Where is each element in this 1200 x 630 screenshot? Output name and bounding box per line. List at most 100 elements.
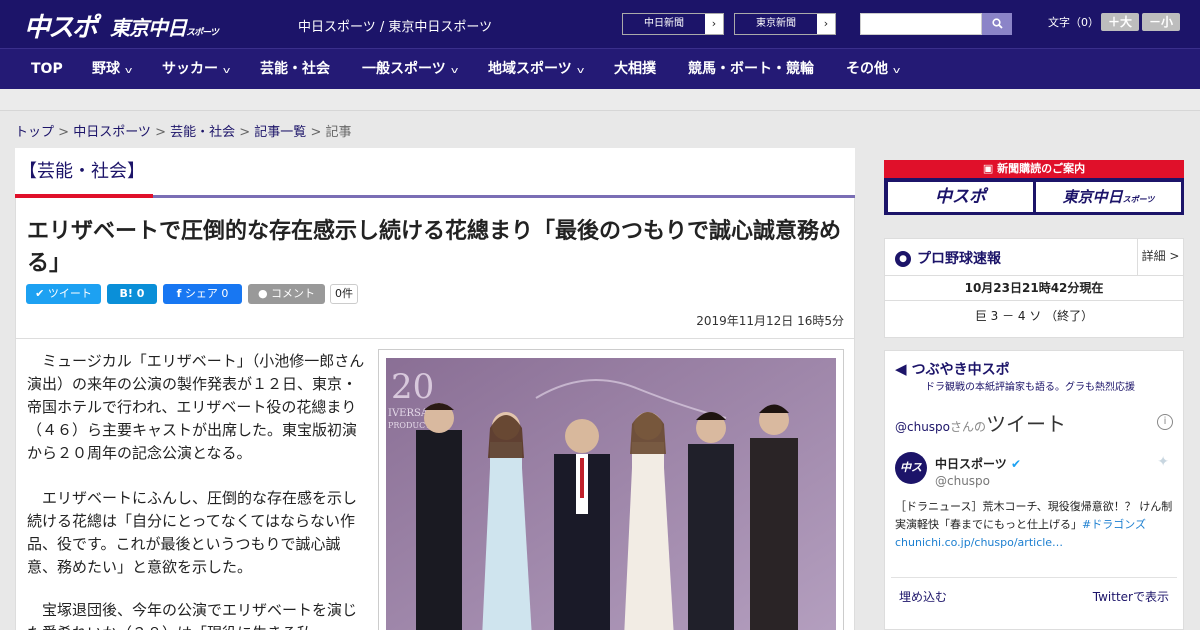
chunichi-shimbun-label: 中日新聞	[644, 18, 684, 29]
header-band	[0, 89, 1200, 111]
tokyo-shimbun-label: 東京新聞	[756, 18, 796, 29]
article-paragraph: 宝塚退団後、今年の公演でエリザベートを演じた愛希れいか（２８）は「現役に生きる私	[27, 601, 358, 630]
search-input[interactable]	[860, 13, 982, 35]
timeline-divider	[891, 577, 1177, 578]
search-button[interactable]	[982, 13, 1012, 35]
search-box	[860, 13, 1012, 35]
chevron-right-icon: ›	[817, 14, 835, 34]
baseball-icon: ●	[895, 250, 911, 267]
nav-sumo-label: 大相撲	[614, 61, 656, 77]
nav-local-sports[interactable]: 地域スポーツ v	[488, 49, 585, 90]
avatar[interactable]: 中ス	[895, 452, 927, 484]
timeline-heading-san: さんの	[950, 420, 987, 434]
tokyo-chunichi-logo[interactable]: 東京中日スポーツ	[110, 12, 219, 41]
timeline-heading: @chuspoさんのツイート	[895, 408, 1066, 437]
baseball-score-row[interactable]: 巨 3 － 4 ソ （終了）	[885, 307, 1183, 324]
tweet-user-name-text: 中日スポーツ	[935, 457, 1007, 471]
nav-entertainment-label: 芸能・社会	[260, 61, 330, 77]
nav-racing[interactable]: 競馬・ボート・競輪	[688, 49, 814, 90]
font-size-label: 文字（0）	[1048, 16, 1099, 29]
chevron-down-icon: v	[576, 66, 585, 76]
breadcrumb-entertainment[interactable]: 芸能・社会	[170, 125, 235, 140]
chevron-down-icon: v	[450, 66, 459, 76]
photo-backdrop-number: 20	[391, 367, 434, 407]
embed-link[interactable]: 埋め込む	[899, 588, 947, 605]
breadcrumb-chunichi-sports[interactable]: 中日スポーツ	[73, 125, 151, 140]
tokyo-chunichi-logo-text: 東京中日	[110, 16, 187, 40]
category-heading: 【芸能・社会】	[19, 161, 145, 182]
nav-top[interactable]: TOP	[31, 49, 63, 90]
verified-icon: ✔	[1010, 457, 1022, 471]
baseball-panel-header: ● プロ野球速報	[895, 248, 1001, 268]
hatena-icon: B!	[119, 287, 133, 300]
baseball-scores-panel: ● プロ野球速報 詳細 > 10月23日21時42分現在 巨 3 － 4 ソ （終…	[884, 238, 1184, 338]
baseball-panel-title: プロ野球速報	[917, 251, 1001, 267]
chuspo-logo[interactable]: 中スポ	[24, 7, 98, 44]
font-larger-button[interactable]: ＋大	[1101, 13, 1139, 31]
facebook-share-label: シェア 0	[184, 287, 229, 300]
search-icon	[991, 18, 1003, 29]
article-title: エリザベートで圧倒的な存在感示し続ける花總まり「最後のつもりで誠心誠意務める」	[27, 219, 842, 276]
tokyo-shimbun-link[interactable]: 東京新聞 ›	[734, 13, 836, 35]
view-on-twitter-link[interactable]: Twitterで表示	[1093, 588, 1169, 605]
tweet-user-name[interactable]: 中日スポーツ ✔	[935, 455, 1021, 472]
facebook-icon: f	[176, 287, 182, 300]
article-paragraph: エリザベートにふんし、圧倒的な存在感を示し続ける花總は「自分にとってなくてはなら…	[27, 489, 358, 576]
twitter-panel-header: ◀ つぶやき中スポ	[895, 359, 1010, 379]
twitter-panel-title: つぶやき中スポ	[911, 362, 1010, 378]
chevron-down-icon: v	[892, 66, 901, 76]
baseball-update-time: 10月23日21時42分現在	[885, 275, 1183, 301]
font-smaller-button[interactable]: －小	[1142, 13, 1180, 31]
chuspo-subscribe-button[interactable]: 中スポ	[888, 182, 1033, 212]
article-photo[interactable]: 20 IVERSARY PRODUCTION	[378, 349, 844, 630]
nav-soccer-label: サッカー	[162, 61, 218, 77]
twitter-panel: ◀ つぶやき中スポ ドラ観戦の本紙評論家も語る。グラも熱烈応援 @chuspoさ…	[884, 350, 1184, 630]
nav-other[interactable]: その他 v	[846, 49, 901, 90]
main-nav: TOP 野球 v サッカー v 芸能・社会 一般スポーツ v 地域スポーツ v 大相撲 …	[0, 48, 1200, 89]
info-icon[interactable]: i	[1157, 414, 1173, 430]
timeline-handle-link[interactable]: @chuspo	[895, 420, 950, 434]
twitter-bird-icon: ✦	[1157, 454, 1169, 470]
twitter-icon: ✔	[35, 287, 45, 300]
nav-sumo[interactable]: 大相撲	[614, 49, 656, 90]
nav-top-label: TOP	[31, 61, 63, 77]
comment-button[interactable]: ● コメント	[248, 284, 325, 304]
nav-other-label: その他	[846, 61, 888, 77]
breadcrumb-top[interactable]: トップ	[15, 125, 54, 140]
comment-count: 0件	[330, 284, 358, 304]
chunichi-shimbun-link[interactable]: 中日新聞 ›	[622, 13, 724, 35]
speech-bubble-icon: ●	[257, 287, 268, 300]
nav-soccer[interactable]: サッカー v	[162, 49, 231, 90]
tokyo-chunichi-logo-small: スポーツ	[186, 28, 219, 38]
tokyo-chunichi-subscribe-button[interactable]: 東京中日スポーツ	[1036, 182, 1181, 212]
hatena-count: 0	[136, 287, 145, 300]
newspaper-icon: ▣	[982, 162, 994, 175]
comment-label: コメント	[271, 287, 316, 300]
tokyo-chunichi-subscribe-small: スポーツ	[1122, 195, 1155, 204]
site-header: 中スポ 東京中日スポーツ 中日スポーツ / 東京中日スポーツ 中日新聞 › 東京新…	[0, 0, 1200, 48]
chevron-down-icon: v	[124, 66, 133, 76]
timeline-heading-tweets: ツイート	[986, 412, 1067, 436]
tweet-user-handle[interactable]: @chuspo	[935, 474, 990, 488]
tweet-text: ［ドラニュース］荒木コーチ、現役復帰意欲！？ けん制実演軽快「春までにもっと仕上…	[895, 498, 1173, 552]
site-names: 中日スポーツ / 東京中日スポーツ	[298, 20, 493, 35]
tweet-button[interactable]: ✔ ツイート	[26, 284, 101, 304]
nav-baseball-label: 野球	[92, 61, 120, 77]
facebook-share-button[interactable]: f シェア 0	[163, 284, 242, 304]
nav-entertainment[interactable]: 芸能・社会	[260, 49, 330, 90]
chevron-down-icon: v	[222, 66, 231, 76]
hatena-bookmark-button[interactable]: B! 0	[107, 284, 157, 304]
tweet-label: ツイート	[47, 287, 92, 300]
baseball-details-link[interactable]: 詳細 >	[1137, 239, 1183, 275]
nav-racing-label: 競馬・ボート・競輪	[688, 61, 814, 77]
nav-baseball[interactable]: 野球 v	[92, 49, 133, 90]
nav-general-sports[interactable]: 一般スポーツ v	[362, 49, 459, 90]
press-event-photo: 20 IVERSARY PRODUCTION	[386, 358, 836, 630]
breadcrumb-current: 記事	[325, 125, 352, 140]
tokyo-chunichi-subscribe-label: 東京中日	[1062, 188, 1123, 206]
breadcrumb: トップ > 中日スポーツ > 芸能・社会 > 記事一覧 > 記事	[15, 125, 352, 140]
twitter-panel-subtitle: ドラ観戦の本紙評論家も語る。グラも熱烈応援	[925, 382, 1135, 393]
megaphone-icon: ◀	[895, 360, 907, 378]
subscription-heading: ▣ 新聞購読のご案内	[884, 160, 1184, 178]
breadcrumb-article-list[interactable]: 記事一覧	[254, 125, 306, 140]
